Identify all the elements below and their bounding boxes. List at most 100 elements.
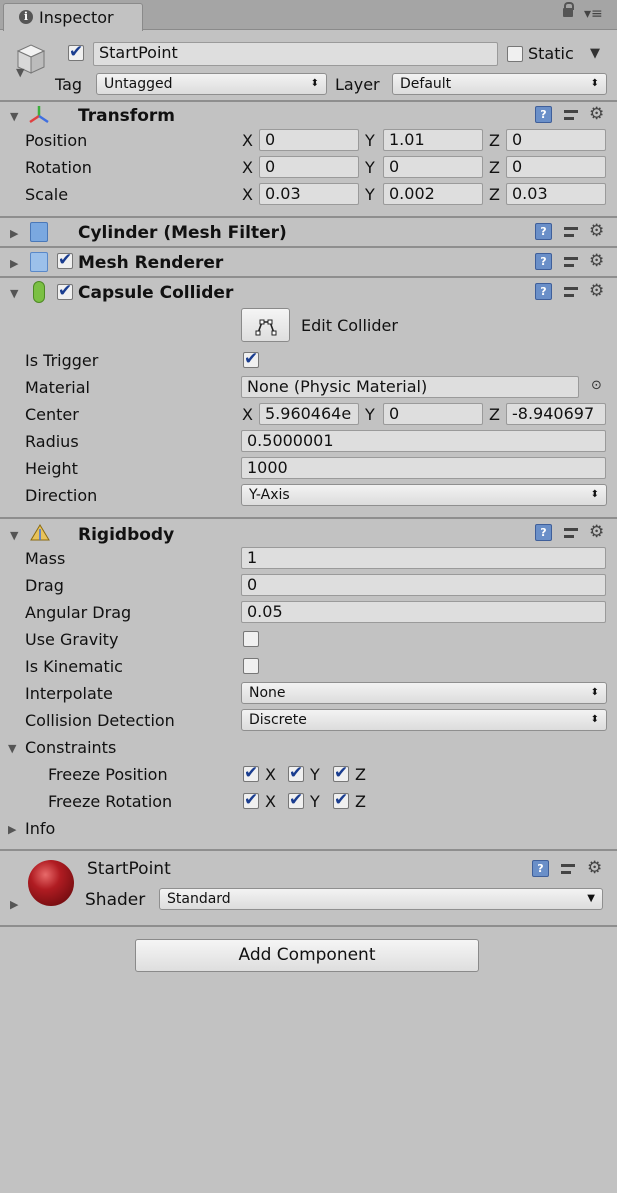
fold-arrow-transform[interactable]: ▼ — [10, 110, 18, 123]
object-picker-icon[interactable]: ⊙ — [591, 378, 602, 393]
shader-dropdown[interactable]: Standard ▼ — [159, 888, 603, 910]
freeze-rotation-x-checkbox[interactable] — [243, 790, 259, 810]
gear-icon[interactable]: ⚙ — [589, 223, 604, 240]
radius-field[interactable]: 0.5000001 — [241, 430, 606, 452]
add-component-button[interactable]: Add Component — [135, 939, 479, 972]
center-y-field[interactable]: 0 — [383, 403, 483, 425]
direction-dropdown[interactable]: Y-Axis ⬍ — [241, 484, 607, 506]
mesh-renderer-icon — [30, 252, 48, 272]
menu-icon[interactable]: ▾≡ — [584, 6, 603, 22]
help-icon[interactable]: ? — [535, 106, 552, 123]
help-icon[interactable]: ? — [535, 283, 552, 300]
mass-field[interactable]: 1 — [241, 547, 606, 569]
rotation-x-field[interactable]: 0 — [259, 156, 359, 178]
gear-icon[interactable]: ⚙ — [589, 283, 604, 300]
fold-arrow-material[interactable]: ▶ — [10, 898, 18, 911]
capsule-collider-icon — [33, 281, 45, 303]
use-gravity-checkbox[interactable] — [243, 631, 259, 647]
preset-icon[interactable] — [564, 525, 582, 541]
layer-value: Default — [400, 76, 452, 92]
is-trigger-checkbox[interactable] — [243, 349, 259, 369]
scale-y-field[interactable]: 0.002 — [383, 183, 483, 205]
fold-arrow-rigidbody[interactable]: ▼ — [10, 529, 18, 542]
mesh-renderer-header-icons: ? ⚙ — [535, 253, 615, 271]
help-icon[interactable]: ? — [532, 860, 549, 877]
fold-arrow-constraints[interactable]: ▼ — [8, 742, 16, 755]
freeze-rotation-z-checkbox[interactable] — [333, 790, 349, 810]
name-field[interactable]: StartPoint — [93, 42, 498, 66]
edit-collider-button[interactable] — [241, 308, 290, 342]
height-field[interactable]: 1000 — [241, 457, 606, 479]
gear-icon[interactable]: ⚙ — [589, 106, 604, 123]
tab-inspector[interactable]: i Inspector — [3, 3, 143, 31]
position-y-field[interactable]: 1.01 — [383, 129, 483, 151]
divider — [0, 246, 617, 248]
gameobject-icon-dropdown[interactable]: ▼ — [16, 66, 24, 79]
lock-icon[interactable] — [563, 2, 574, 17]
fold-arrow-info[interactable]: ▶ — [8, 823, 16, 836]
rotation-y-field[interactable]: 0 — [383, 156, 483, 178]
updown-arrow-icon: ⬍ — [590, 714, 599, 725]
info-label[interactable]: Info — [25, 819, 55, 838]
scale-x-axis: X — [242, 185, 253, 204]
help-icon[interactable]: ? — [535, 223, 552, 240]
center-x-field[interactable]: 5.960464e — [259, 403, 359, 425]
divider — [0, 276, 617, 278]
preset-icon[interactable] — [564, 254, 582, 270]
mesh-renderer-enabled-checkbox[interactable] — [57, 250, 73, 270]
angular-drag-label: Angular Drag — [25, 603, 132, 622]
gear-icon[interactable]: ⚙ — [589, 524, 604, 541]
scale-z-field[interactable]: 0.03 — [506, 183, 606, 205]
material-field[interactable]: None (Physic Material) — [241, 376, 579, 398]
freeze-position-x-checkbox[interactable] — [243, 763, 259, 783]
preset-icon[interactable] — [564, 224, 582, 240]
shader-value: Standard — [167, 891, 231, 907]
rotation-label: Rotation — [25, 158, 92, 177]
is-kinematic-checkbox[interactable] — [243, 658, 259, 674]
position-z-axis: Z — [489, 131, 500, 150]
constraints-label[interactable]: Constraints — [25, 738, 116, 757]
updown-arrow-icon: ⬍ — [310, 78, 319, 89]
center-z-field[interactable]: -8.940697 — [506, 403, 606, 425]
material-name: StartPoint — [87, 859, 171, 879]
tag-dropdown[interactable]: Untagged ⬍ — [96, 73, 327, 95]
layer-dropdown[interactable]: Default ⬍ — [392, 73, 607, 95]
divider — [0, 925, 617, 927]
freeze-rotation-y-label: Y — [310, 792, 320, 811]
scale-label: Scale — [25, 185, 69, 204]
help-icon[interactable]: ? — [535, 253, 552, 270]
fold-arrow-capsule-collider[interactable]: ▼ — [10, 287, 18, 300]
edit-collider-label: Edit Collider — [301, 316, 398, 335]
tag-value: Untagged — [104, 76, 173, 92]
preset-icon[interactable] — [564, 284, 582, 300]
gear-icon[interactable]: ⚙ — [587, 860, 602, 877]
angular-drag-field[interactable]: 0.05 — [241, 601, 606, 623]
help-icon[interactable]: ? — [535, 524, 552, 541]
divider — [0, 216, 617, 218]
drag-field[interactable]: 0 — [241, 574, 606, 596]
mesh-filter-title: Cylinder (Mesh Filter) — [78, 223, 287, 243]
position-z-field[interactable]: 0 — [506, 129, 606, 151]
interpolate-dropdown[interactable]: None ⬍ — [241, 682, 607, 704]
static-checkbox[interactable] — [507, 46, 523, 62]
freeze-rotation-y-checkbox[interactable] — [288, 790, 304, 810]
active-checkbox[interactable] — [68, 42, 84, 62]
transform-icon — [28, 104, 50, 126]
fold-arrow-mesh-filter[interactable]: ▶ — [10, 227, 18, 240]
drag-label: Drag — [25, 576, 64, 595]
preset-icon[interactable] — [561, 861, 579, 877]
capsule-collider-enabled-checkbox[interactable] — [57, 281, 73, 301]
freeze-rotation-z-label: Z — [355, 792, 366, 811]
capsule-collider-title: Capsule Collider — [78, 283, 234, 303]
fold-arrow-mesh-renderer[interactable]: ▶ — [10, 257, 18, 270]
scale-x-field[interactable]: 0.03 — [259, 183, 359, 205]
static-dropdown-arrow[interactable]: ▼ — [590, 46, 600, 61]
freeze-position-y-checkbox[interactable] — [288, 763, 304, 783]
collision-detection-dropdown[interactable]: Discrete ⬍ — [241, 709, 607, 731]
freeze-position-z-checkbox[interactable] — [333, 763, 349, 783]
position-x-field[interactable]: 0 — [259, 129, 359, 151]
gear-icon[interactable]: ⚙ — [589, 253, 604, 270]
rotation-z-field[interactable]: 0 — [506, 156, 606, 178]
center-x-axis: X — [242, 405, 253, 424]
preset-icon[interactable] — [564, 107, 582, 123]
